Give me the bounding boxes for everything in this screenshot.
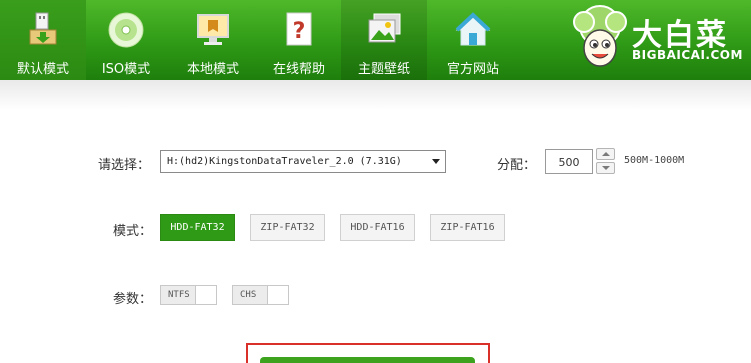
- help-icon: ?: [286, 12, 312, 46]
- tab-default-mode[interactable]: 默认模式: [0, 0, 86, 80]
- mode-hdd-fat16-button[interactable]: HDD-FAT16: [340, 214, 415, 241]
- ntfs-toggle[interactable]: NTFS: [160, 285, 217, 305]
- tab-label: 默认模式: [16, 62, 69, 77]
- brand-logo: 大白菜 BIGBAICAI.COM: [570, 4, 751, 74]
- device-select[interactable]: H:(hd2)KingstonDataTraveler_2.0 (7.31G): [160, 150, 446, 173]
- chevron-up-icon: [602, 152, 610, 156]
- tab-label: 主题壁纸: [357, 62, 410, 77]
- cabbage-mascot-icon: [573, 5, 627, 67]
- start-button[interactable]: [260, 357, 475, 363]
- ntfs-toggle-label: NTFS: [168, 290, 190, 300]
- tab-official-site[interactable]: 官方网站: [430, 0, 516, 80]
- select-label: 请选择：: [98, 158, 151, 173]
- toolbar-shadow: [0, 80, 751, 110]
- mode-zip-fat32-button[interactable]: ZIP-FAT32: [250, 214, 325, 241]
- spin-down-button[interactable]: [596, 162, 615, 174]
- brand-url: BIGBAICAI.COM: [632, 48, 743, 62]
- svg-text:?: ?: [293, 19, 306, 44]
- monitor-icon: [197, 14, 229, 45]
- tab-online-help[interactable]: ? 在线帮助: [256, 0, 342, 80]
- home-icon: [455, 12, 491, 46]
- partition-range: 500M-1000M: [624, 155, 685, 166]
- chevron-down-icon: [602, 166, 610, 170]
- usb-install-icon: [29, 12, 57, 45]
- mode-label: 模式：: [113, 224, 153, 239]
- mode-zip-fat16-button[interactable]: ZIP-FAT16: [430, 214, 505, 241]
- disc-icon: [108, 12, 144, 48]
- toolbar: 默认模式 ISO模式 本地模式 ? 在线帮助 主题壁纸 官方网站 大白菜 BIG…: [0, 0, 751, 80]
- selected-device: H:(hd2)KingstonDataTraveler_2.0 (7.31G): [167, 156, 402, 167]
- mode-hdd-fat32-button[interactable]: HDD-FAT32: [160, 214, 235, 241]
- tab-label: ISO模式: [101, 62, 151, 77]
- partition-size-input[interactable]: 500: [545, 149, 593, 174]
- tab-theme-wallpaper[interactable]: 主题壁纸: [341, 0, 427, 80]
- dropdown-arrow-icon[interactable]: [432, 159, 440, 164]
- partition-label: 分配：: [497, 158, 537, 173]
- tab-label: 在线帮助: [272, 62, 325, 77]
- chs-toggle-label: CHS: [240, 290, 257, 300]
- spin-up-button[interactable]: [596, 148, 615, 160]
- tab-iso-mode[interactable]: ISO模式: [83, 0, 169, 80]
- toggle-knob: [267, 286, 288, 304]
- tab-local-mode[interactable]: 本地模式: [170, 0, 256, 80]
- tab-label: 本地模式: [186, 62, 239, 77]
- params-label: 参数：: [113, 292, 153, 307]
- toggle-knob: [195, 286, 216, 304]
- tab-label: 官方网站: [446, 62, 499, 77]
- chs-toggle[interactable]: CHS: [232, 285, 289, 305]
- wallpaper-icon: [368, 13, 401, 43]
